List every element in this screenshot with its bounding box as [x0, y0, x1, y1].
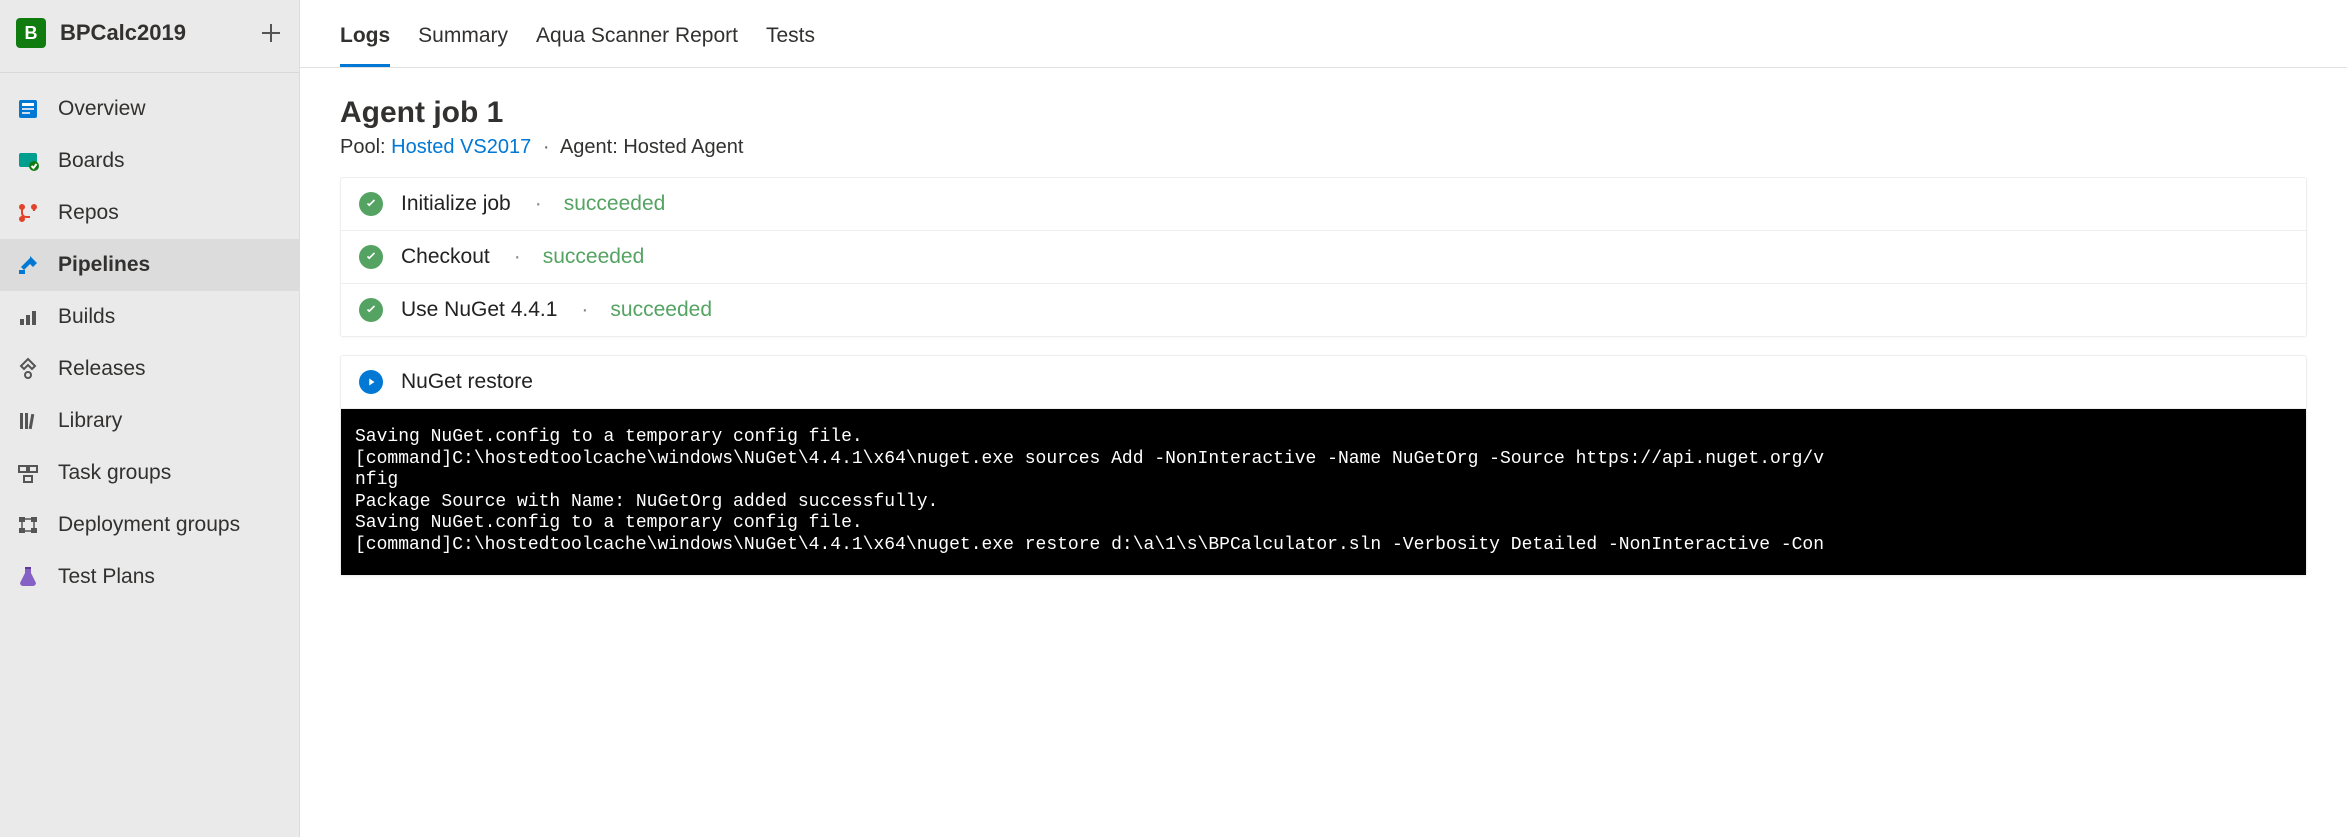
library-icon — [16, 409, 40, 433]
job-meta: Pool: Hosted VS2017 · Agent: Hosted Agen… — [340, 136, 2307, 159]
console-line: [command]C:\hostedtoolcache\windows\NuGe… — [355, 449, 2292, 471]
boards-icon — [16, 149, 40, 173]
project-header: B BPCalc2019 — [0, 0, 299, 73]
sidebar-item-pipelines[interactable]: Pipelines — [0, 239, 299, 291]
sidebar-item-library[interactable]: Library — [0, 395, 299, 447]
step-row[interactable]: Checkout · succeeded — [341, 231, 2306, 284]
repos-icon — [16, 201, 40, 225]
pool-link[interactable]: Hosted VS2017 — [391, 136, 531, 158]
step-separator: · — [535, 192, 542, 216]
tab-summary[interactable]: Summary — [418, 24, 508, 67]
sidebar-item-label: Releases — [58, 357, 146, 381]
success-icon — [359, 245, 383, 269]
step-name: NuGet restore — [401, 370, 533, 394]
console-line: Saving NuGet.config to a temporary confi… — [355, 427, 2292, 449]
tabs: Logs Summary Aqua Scanner Report Tests — [300, 0, 2347, 68]
sidebar-nav: Overview Boards Repos Pipelines — [0, 73, 299, 603]
step-name: Use NuGet 4.4.1 — [401, 298, 557, 322]
sidebar-item-label: Library — [58, 409, 122, 433]
sidebar-item-label: Task groups — [58, 461, 171, 485]
pipelines-icon — [16, 253, 40, 277]
step-status: succeeded — [564, 192, 666, 216]
step-separator: · — [581, 298, 588, 322]
plus-icon — [259, 21, 283, 45]
tab-aqua-scanner-report[interactable]: Aqua Scanner Report — [536, 24, 738, 67]
step-separator: · — [514, 245, 521, 269]
console-line: nfig — [355, 470, 2292, 492]
builds-icon — [16, 305, 40, 329]
sidebar-item-label: Repos — [58, 201, 119, 225]
running-step-card: NuGet restore Saving NuGet.config to a t… — [340, 355, 2307, 576]
step-row[interactable]: Use NuGet 4.4.1 · succeeded — [341, 284, 2306, 336]
tab-logs[interactable]: Logs — [340, 24, 390, 67]
completed-steps-card: Initialize job · succeeded Checkout · su… — [340, 177, 2307, 337]
step-row[interactable]: Initialize job · succeeded — [341, 178, 2306, 231]
sidebar-item-label: Deployment groups — [58, 513, 240, 537]
releases-icon — [16, 357, 40, 381]
tab-tests[interactable]: Tests — [766, 24, 815, 67]
add-button[interactable] — [259, 21, 283, 45]
sidebar-item-boards[interactable]: Boards — [0, 135, 299, 187]
main-content: Logs Summary Aqua Scanner Report Tests A… — [300, 0, 2347, 837]
project-badge: B — [16, 18, 46, 48]
sidebar: B BPCalc2019 Overview Boards — [0, 0, 300, 837]
sidebar-item-testplans[interactable]: Test Plans — [0, 551, 299, 603]
test-plans-icon — [16, 565, 40, 589]
sidebar-item-label: Pipelines — [58, 253, 150, 277]
sidebar-item-label: Boards — [58, 149, 125, 173]
console-output[interactable]: Saving NuGet.config to a temporary confi… — [341, 409, 2306, 575]
sidebar-item-label: Overview — [58, 97, 146, 121]
sidebar-item-builds[interactable]: Builds — [0, 291, 299, 343]
project-title[interactable]: BPCalc2019 — [60, 20, 259, 46]
running-icon — [359, 370, 383, 394]
sidebar-item-overview[interactable]: Overview — [0, 83, 299, 135]
job-header: Agent job 1 Pool: Hosted VS2017 · Agent:… — [300, 68, 2347, 177]
console-line: [command]C:\hostedtoolcache\windows\NuGe… — [355, 535, 2292, 557]
sidebar-item-releases[interactable]: Releases — [0, 343, 299, 395]
sidebar-item-deploymentgroups[interactable]: Deployment groups — [0, 499, 299, 551]
console-line: Saving NuGet.config to a temporary confi… — [355, 513, 2292, 535]
meta-separator: · — [543, 136, 550, 158]
success-icon — [359, 192, 383, 216]
sidebar-item-label: Test Plans — [58, 565, 155, 589]
step-row[interactable]: NuGet restore — [341, 356, 2306, 409]
steps-list: Initialize job · succeeded Checkout · su… — [300, 177, 2347, 576]
step-name: Checkout — [401, 245, 490, 269]
deployment-groups-icon — [16, 513, 40, 537]
pool-label: Pool: — [340, 136, 386, 158]
step-name: Initialize job — [401, 192, 511, 216]
job-title: Agent job 1 — [340, 96, 2307, 130]
success-icon — [359, 298, 383, 322]
overview-icon — [16, 97, 40, 121]
sidebar-item-taskgroups[interactable]: Task groups — [0, 447, 299, 499]
agent-text: Agent: Hosted Agent — [560, 136, 743, 158]
step-status: succeeded — [543, 245, 645, 269]
step-status: succeeded — [610, 298, 712, 322]
sidebar-item-label: Builds — [58, 305, 115, 329]
console-line: Package Source with Name: NuGetOrg added… — [355, 492, 2292, 514]
sidebar-item-repos[interactable]: Repos — [0, 187, 299, 239]
task-groups-icon — [16, 461, 40, 485]
